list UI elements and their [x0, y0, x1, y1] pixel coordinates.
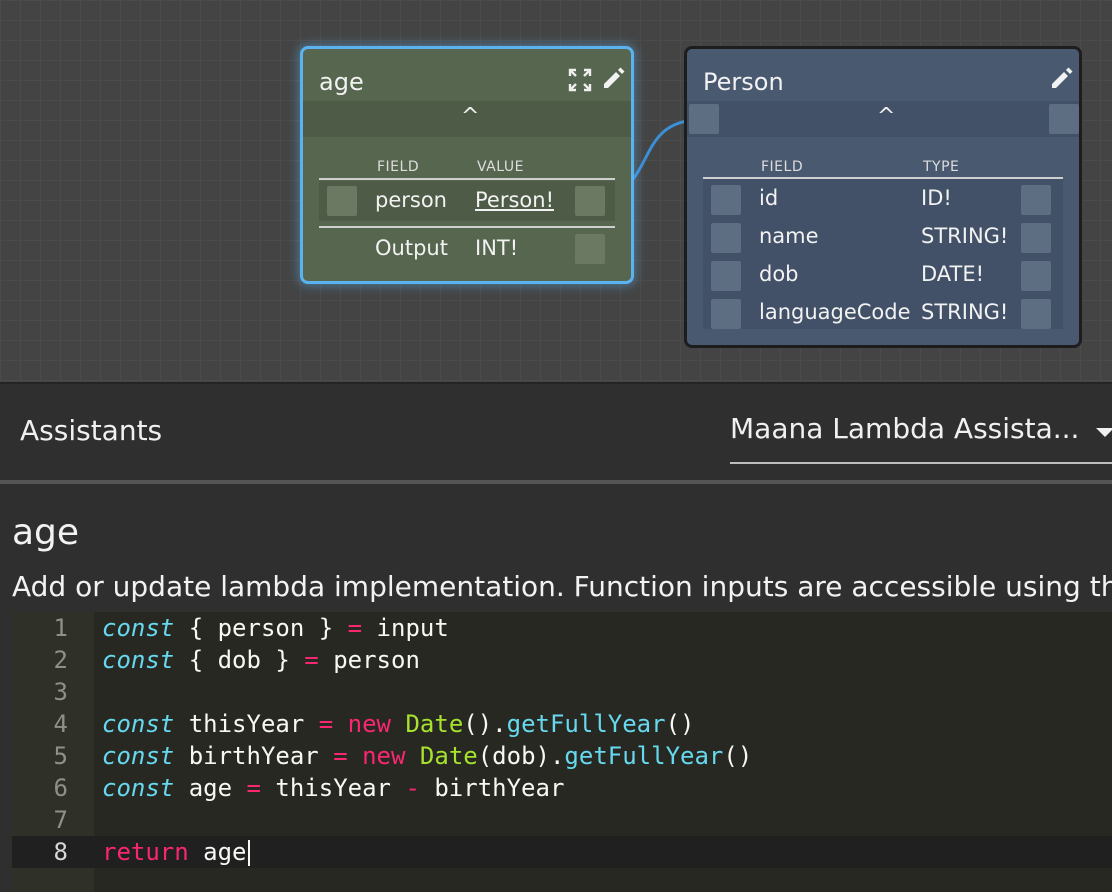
assistant-select[interactable]: Maana Lambda Assista... — [730, 410, 1112, 464]
column-header-value: VALUE — [477, 159, 524, 175]
assistants-bar: Assistants Maana Lambda Assista... — [0, 382, 1112, 480]
line-number: 5 — [53, 742, 68, 770]
line-number: 4 — [53, 710, 68, 738]
dropdown-caret-icon[interactable] — [1096, 428, 1112, 437]
assistants-heading: Assistants — [20, 414, 163, 447]
code-line[interactable]: 4 const thisYear = new Date().getFullYea… — [12, 708, 1112, 740]
field-type: STRING! — [921, 300, 1009, 324]
field-type: ID! — [921, 186, 952, 210]
input-port[interactable] — [711, 223, 741, 253]
table-row[interactable]: id ID! — [703, 181, 1063, 219]
input-port[interactable] — [689, 104, 719, 134]
graph-canvas[interactable]: age ^ FIELD VALUE person Person! Output … — [0, 0, 1112, 382]
chevron-up-icon: ^ — [461, 104, 480, 129]
line-number: 2 — [53, 646, 68, 674]
line-number: 3 — [53, 678, 68, 706]
code-text: const { person } = input — [102, 614, 449, 642]
code-editor[interactable]: 1 const { person } = input 2 const { dob… — [12, 612, 1112, 892]
lambda-panel: age Add or update lambda implementation.… — [0, 484, 1112, 892]
field-name: dob — [759, 262, 799, 286]
assistant-select-value: Maana Lambda Assista... — [730, 412, 1080, 445]
text-cursor — [247, 840, 250, 866]
field-type-link[interactable]: Person! — [475, 188, 554, 212]
code-text: const birthYear = new Date(dob).getFullY… — [102, 742, 753, 770]
input-port[interactable] — [711, 185, 741, 215]
code-text: return age — [102, 836, 250, 868]
field-name: languageCode — [759, 300, 911, 324]
output-port[interactable] — [1021, 223, 1051, 253]
output-port[interactable] — [1021, 299, 1051, 329]
edit-pencil-icon[interactable] — [1049, 65, 1075, 91]
code-line[interactable]: 7 — [12, 804, 1112, 836]
output-port[interactable] — [575, 186, 605, 216]
table-row[interactable]: Output INT! — [319, 229, 615, 269]
function-description: Add or update lambda implementation. Fun… — [12, 570, 1112, 603]
output-port[interactable] — [1021, 185, 1051, 215]
age-function-node[interactable]: age ^ FIELD VALUE person Person! Output … — [300, 46, 634, 284]
field-list: id ID! name STRING! dob DATE! languageCo… — [703, 179, 1063, 329]
code-text: const thisYear = new Date().getFullYear(… — [102, 710, 695, 738]
code-line[interactable]: 5 const birthYear = new Date(dob).getFul… — [12, 740, 1112, 772]
row-divider — [319, 226, 615, 228]
field-name: Output — [375, 236, 448, 260]
code-line[interactable]: 6 const age = thisYear - birthYear — [12, 772, 1112, 804]
header-divider — [319, 178, 615, 180]
input-port[interactable] — [327, 186, 357, 216]
column-header-field: FIELD — [761, 159, 804, 175]
field-name: name — [759, 224, 819, 248]
line-number: 6 — [53, 774, 68, 802]
chevron-up-icon: ^ — [877, 104, 896, 129]
expand-icon[interactable] — [567, 67, 593, 93]
code-line-active[interactable]: 8 return age — [12, 836, 1112, 868]
line-number: 7 — [53, 806, 68, 834]
node-title: age — [319, 68, 364, 96]
collapse-toggle[interactable]: ^ — [303, 101, 631, 137]
field-type: STRING! — [921, 224, 1009, 248]
field-type: DATE! — [921, 262, 985, 286]
edit-pencil-icon[interactable] — [601, 65, 627, 91]
function-title: age — [12, 512, 80, 553]
code-text: const age = thisYear - birthYear — [102, 774, 565, 802]
input-port[interactable] — [711, 299, 741, 329]
table-row[interactable]: dob DATE! — [703, 257, 1063, 295]
table-row[interactable]: name STRING! — [703, 219, 1063, 257]
field-type: INT! — [475, 236, 519, 260]
code-line[interactable]: 1 const { person } = input — [12, 612, 1112, 644]
output-port[interactable] — [1021, 261, 1051, 291]
input-port[interactable] — [711, 261, 741, 291]
line-number: 1 — [53, 614, 68, 642]
output-port[interactable] — [575, 234, 605, 264]
column-header-type: TYPE — [923, 159, 960, 175]
table-row[interactable]: person Person! — [319, 181, 615, 221]
output-port[interactable] — [1049, 104, 1079, 134]
line-number: 8 — [53, 838, 68, 866]
field-name: person — [375, 188, 447, 212]
column-header-field: FIELD — [377, 159, 420, 175]
table-row[interactable]: languageCode STRING! — [703, 295, 1063, 333]
code-line[interactable]: 3 — [12, 676, 1112, 708]
node-title: Person — [703, 68, 784, 96]
field-name: id — [759, 186, 779, 210]
code-text: const { dob } = person — [102, 646, 420, 674]
collapse-toggle[interactable]: ^ — [687, 101, 1079, 137]
person-type-node[interactable]: Person ^ FIELD TYPE id ID! name STRING! … — [684, 46, 1082, 348]
code-line[interactable]: 2 const { dob } = person — [12, 644, 1112, 676]
